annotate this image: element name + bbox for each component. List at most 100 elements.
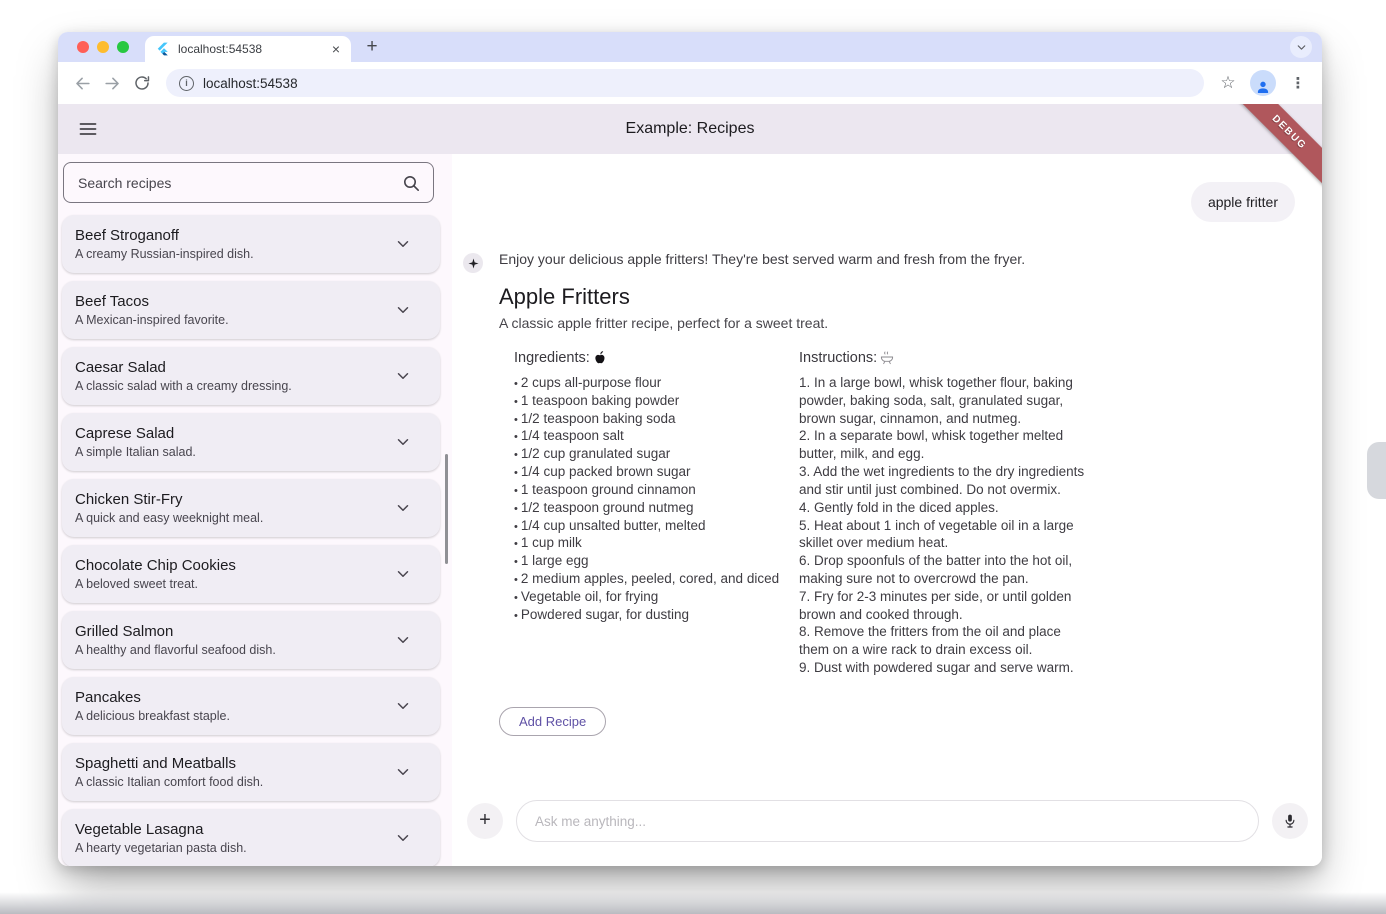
recipe-list-item[interactable]: Chocolate Chip Cookies A beloved sweet t…	[62, 545, 440, 603]
chat-input-bar: +	[467, 800, 1308, 842]
browser-menu-button[interactable]: ⋮	[1284, 69, 1312, 97]
assistant-message-text: Enjoy your delicious apple fritters! The…	[499, 251, 1295, 267]
attach-button[interactable]: +	[467, 803, 503, 839]
ingredient-item: Vegetable oil, for frying	[514, 588, 784, 606]
browser-toolbar: i localhost:54538 ☆ ⋮	[58, 62, 1322, 104]
instruction-step: 9. Dust with powdered sugar and serve wa…	[799, 659, 1091, 677]
expand-button[interactable]	[394, 763, 412, 781]
recipe-list-item[interactable]: Chicken Stir-Fry A quick and easy weekni…	[62, 479, 440, 537]
zoom-window-button[interactable]	[117, 41, 129, 53]
app-root: Example: Recipes DEBUG	[58, 104, 1322, 866]
mic-icon	[1282, 813, 1298, 829]
recipe-list-item[interactable]: Beef Stroganoff A creamy Russian-inspire…	[62, 215, 440, 273]
expand-button[interactable]	[394, 301, 412, 319]
ingredient-item: Powdered sugar, for dusting	[514, 606, 784, 624]
chevron-down-icon	[394, 565, 412, 583]
recipe-list-item[interactable]: Grilled Salmon A healthy and flavorful s…	[62, 611, 440, 669]
assistant-message-row: Enjoy your delicious apple fritters! The…	[463, 251, 1295, 736]
expand-button[interactable]	[394, 829, 412, 847]
ingredient-item: 2 medium apples, peeled, cored, and dice…	[514, 570, 784, 588]
url-bar[interactable]: i localhost:54538	[166, 69, 1204, 97]
assistant-avatar	[463, 253, 483, 273]
forward-button[interactable]	[98, 69, 126, 97]
expand-button[interactable]	[394, 367, 412, 385]
add-recipe-button[interactable]: Add Recipe	[499, 707, 606, 736]
close-tab-icon[interactable]: ×	[329, 42, 343, 56]
back-icon	[73, 74, 92, 93]
recipe-list-item-text: Beef Stroganoff A creamy Russian-inspire…	[75, 227, 394, 261]
recipe-list-item[interactable]: Pancakes A delicious breakfast staple.	[62, 677, 440, 735]
browser-window: localhost:54538 × +	[58, 32, 1322, 866]
ingredients-list: 2 cups all-purpose flour1 teaspoon bakin…	[514, 374, 784, 623]
recipe-list-item[interactable]: Beef Tacos A Mexican-inspired favorite.	[62, 281, 440, 339]
recipe-list-item[interactable]: Caprese Salad A simple Italian salad.	[62, 413, 440, 471]
close-window-button[interactable]	[77, 41, 89, 53]
back-button[interactable]	[68, 69, 96, 97]
instructions-column: Instructions:	[799, 350, 1091, 677]
site-info-icon[interactable]: i	[179, 76, 194, 91]
recipe-item-title: Pancakes	[75, 689, 394, 706]
profile-button[interactable]	[1250, 70, 1276, 96]
chat-input-field[interactable]	[516, 800, 1259, 842]
user-message-bubble: apple fritter	[1191, 182, 1295, 222]
expand-button[interactable]	[394, 235, 412, 253]
recipe-item-title: Beef Tacos	[75, 293, 394, 310]
tab-search-button[interactable]	[1290, 36, 1312, 58]
search-icon	[401, 173, 421, 193]
recipe-list-item-text: Chicken Stir-Fry A quick and easy weekni…	[75, 491, 394, 525]
new-tab-button[interactable]: +	[359, 34, 385, 60]
instruction-step: 7. Fry for 2-3 minutes per side, or unti…	[799, 588, 1091, 624]
plus-icon: +	[479, 810, 491, 830]
chevron-down-icon	[1295, 41, 1308, 54]
bookmark-button[interactable]: ☆	[1214, 69, 1242, 97]
instruction-step: 8. Remove the fritters from the oil and …	[799, 623, 1091, 659]
chevron-down-icon	[394, 367, 412, 385]
browser-tab[interactable]: localhost:54538 ×	[145, 36, 351, 62]
recipe-item-title: Caesar Salad	[75, 359, 394, 376]
page-scrollbar-thumb[interactable]	[1367, 442, 1386, 499]
recipe-item-title: Chocolate Chip Cookies	[75, 557, 394, 574]
search-input[interactable]	[78, 175, 393, 191]
chat-scroll-area[interactable]: apple fritter Enjoy your delicious apple…	[452, 154, 1322, 776]
recipe-list-item-text: Pancakes A delicious breakfast staple.	[75, 689, 394, 723]
expand-button[interactable]	[394, 631, 412, 649]
chevron-down-icon	[394, 499, 412, 517]
ingredient-item: 1/2 teaspoon ground nutmeg	[514, 499, 784, 517]
expand-button[interactable]	[394, 697, 412, 715]
page-title: Example: Recipes	[58, 120, 1322, 138]
sidebar-scrollbar-thumb[interactable]	[445, 454, 448, 564]
recipe-item-description: A creamy Russian-inspired dish.	[75, 247, 394, 261]
recipe-list-item-text: Caprese Salad A simple Italian salad.	[75, 425, 394, 459]
ingredient-item: 1 teaspoon baking powder	[514, 392, 784, 410]
apple-icon	[592, 351, 607, 366]
voice-input-button[interactable]	[1272, 803, 1308, 839]
window-controls	[58, 32, 145, 62]
chevron-down-icon	[394, 631, 412, 649]
search-field[interactable]	[63, 162, 434, 203]
recipe-sidebar: Beef Stroganoff A creamy Russian-inspire…	[58, 154, 452, 866]
recipe-item-description: A delicious breakfast staple.	[75, 709, 394, 723]
expand-button[interactable]	[394, 433, 412, 451]
minimize-window-button[interactable]	[97, 41, 109, 53]
recipe-list-item-text: Spaghetti and Meatballs A classic Italia…	[75, 755, 394, 789]
reload-button[interactable]	[128, 69, 156, 97]
instruction-step: 2. In a separate bowl, whisk together me…	[799, 427, 1091, 463]
recipe-item-description: A healthy and flavorful seafood dish.	[75, 643, 394, 657]
recipe-list-item[interactable]: Caesar Salad A classic salad with a crea…	[62, 347, 440, 405]
expand-button[interactable]	[394, 565, 412, 583]
recipe-list-item-text: Grilled Salmon A healthy and flavorful s…	[75, 623, 394, 657]
tab-strip: localhost:54538 × +	[58, 32, 1322, 62]
recipe-item-description: A hearty vegetarian pasta dish.	[75, 841, 394, 855]
recipe-list-item-text: Beef Tacos A Mexican-inspired favorite.	[75, 293, 394, 327]
ingredient-item: 1/2 cup granulated sugar	[514, 445, 784, 463]
recipe-list-item[interactable]: Spaghetti and Meatballs A classic Italia…	[62, 743, 440, 801]
sparkle-icon	[468, 258, 479, 269]
recipe-item-title: Grilled Salmon	[75, 623, 394, 640]
chevron-down-icon	[394, 301, 412, 319]
chat-input[interactable]	[535, 814, 1240, 829]
ingredient-item: 1 cup milk	[514, 534, 784, 552]
chevron-down-icon	[394, 763, 412, 781]
recipe-list-item[interactable]: Vegetable Lasagna A hearty vegetarian pa…	[62, 809, 440, 866]
ingredient-item: 1/4 teaspoon salt	[514, 427, 784, 445]
expand-button[interactable]	[394, 499, 412, 517]
